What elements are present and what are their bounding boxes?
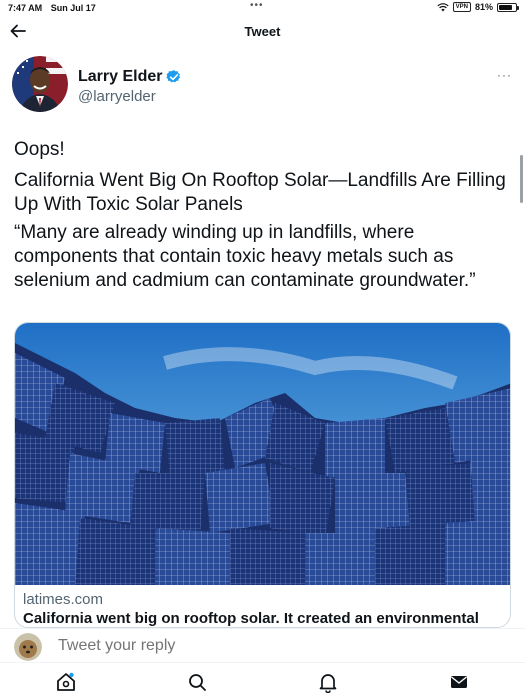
tab-notifications[interactable] xyxy=(317,671,339,694)
messages-icon xyxy=(451,676,467,688)
scrollbar-thumb[interactable] xyxy=(520,155,523,203)
home-icon xyxy=(57,672,75,691)
status-indicators: VPN 81% xyxy=(437,2,519,12)
tab-messages[interactable] xyxy=(448,671,470,693)
notifications-icon xyxy=(319,674,337,694)
user-avatar[interactable] xyxy=(14,633,42,661)
link-card-domain: latimes.com xyxy=(23,591,104,608)
reply-bar xyxy=(0,628,525,662)
author-handle[interactable]: @larryelder xyxy=(78,88,156,105)
tab-search[interactable] xyxy=(186,671,208,693)
tab-bar xyxy=(0,662,525,699)
vpn-badge: VPN xyxy=(452,2,471,12)
tweet-text: Oops! California Went Big On Rooftop Sol… xyxy=(14,138,509,300)
tweet-line-oops: Oops! xyxy=(14,139,65,160)
status-date: Sun Jul 17 xyxy=(50,3,96,13)
tweet-quote: “Many are already winding up in landfill… xyxy=(14,222,476,291)
battery-icon xyxy=(497,2,519,12)
tab-home[interactable] xyxy=(55,671,77,693)
link-card-title: California went big on rooftop solar. It… xyxy=(23,610,479,627)
author-avatar[interactable] xyxy=(12,56,68,112)
more-options-button[interactable]: ··· xyxy=(497,68,512,82)
link-preview-card[interactable]: latimes.com California went big on rooft… xyxy=(14,322,511,628)
author-name-row: Larry Elder xyxy=(78,68,182,86)
nav-header: Tweet xyxy=(0,16,525,46)
tweet-headline: California Went Big On Rooftop Solar—Lan… xyxy=(14,170,506,215)
user-avatar-image xyxy=(14,633,42,661)
battery-fill xyxy=(499,4,512,10)
battery-percent: 81% xyxy=(474,2,493,12)
search-icon xyxy=(189,674,206,691)
verified-badge-icon xyxy=(166,70,181,83)
page-title: Tweet xyxy=(244,24,281,39)
status-bar: 7:47 AM Sun Jul 17 ••• VPN 81% xyxy=(0,0,525,16)
multitasking-dots[interactable]: ••• xyxy=(250,0,264,11)
solar-panels-image xyxy=(15,323,510,585)
tweet-author: Larry Elder @larryelder ··· xyxy=(12,56,512,116)
author-avatar-image xyxy=(12,56,68,112)
wifi-icon xyxy=(437,2,449,11)
status-time: 7:47 AM xyxy=(8,3,43,13)
author-name[interactable]: Larry Elder xyxy=(78,68,162,86)
reply-input[interactable] xyxy=(58,637,478,655)
status-time-date: 7:47 AM Sun Jul 17 xyxy=(8,3,102,13)
